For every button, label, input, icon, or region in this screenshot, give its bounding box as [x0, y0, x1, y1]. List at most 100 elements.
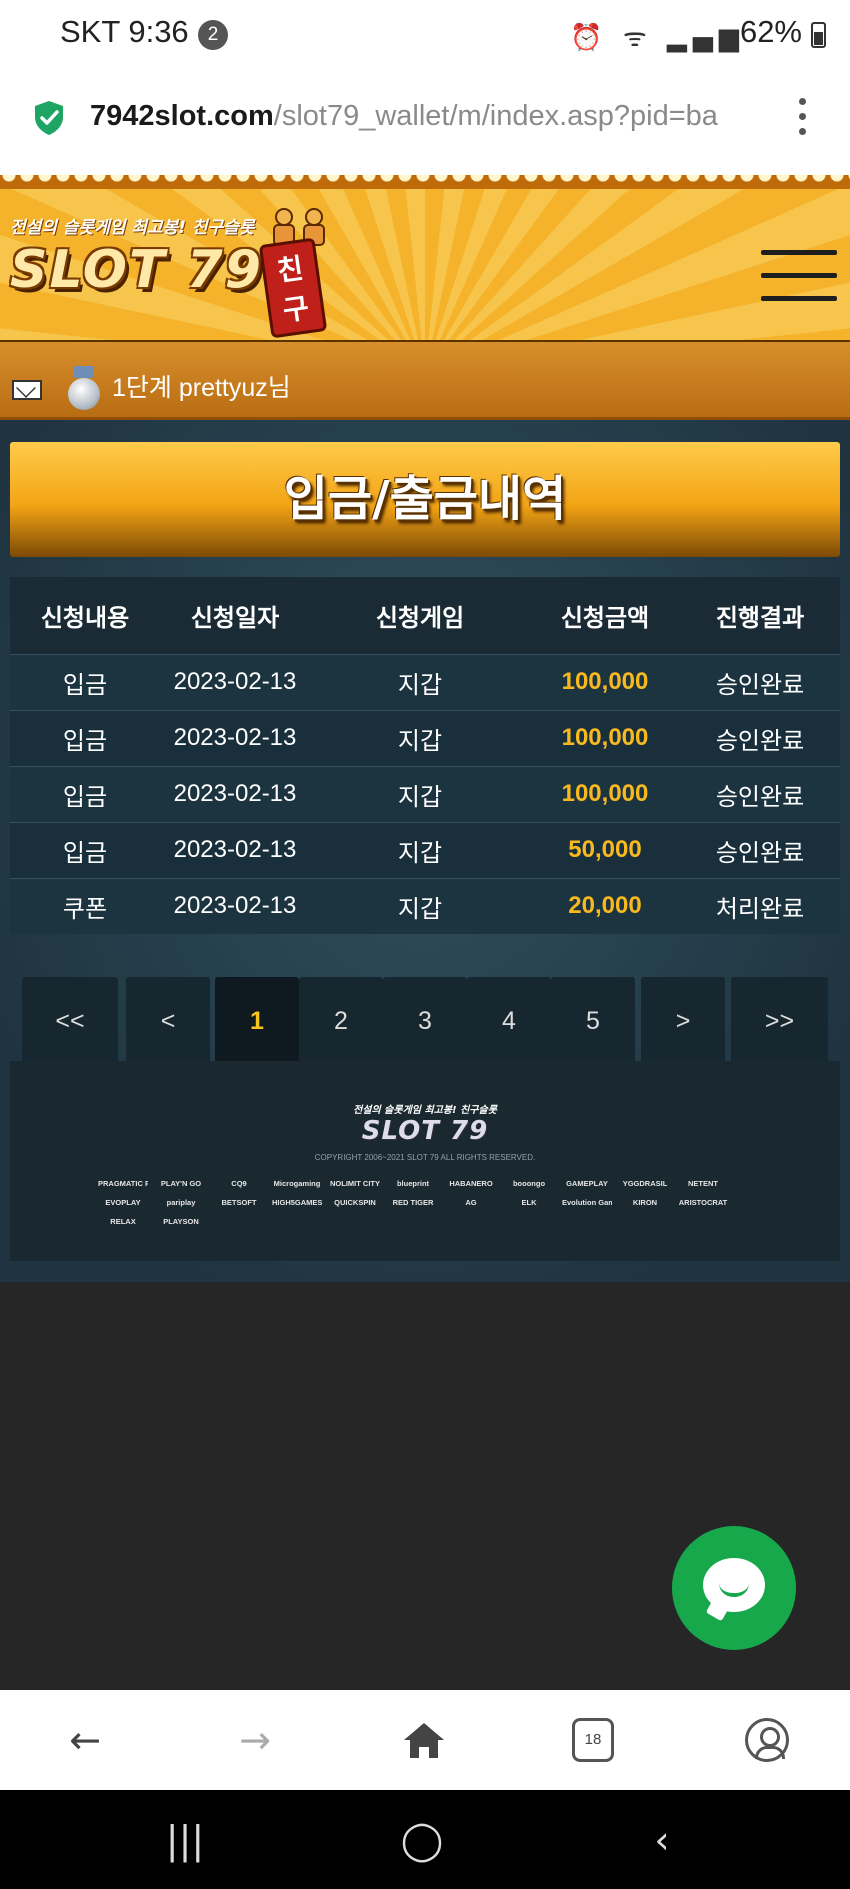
page-5-button[interactable]: 5	[551, 977, 635, 1065]
cell-result: 처리완료	[680, 877, 840, 934]
provider-logo: KIRON	[632, 1198, 658, 1207]
carrier-time: SKT 9:36	[60, 14, 189, 49]
page-3-button[interactable]: 3	[383, 977, 467, 1065]
header-lights-border	[0, 175, 850, 189]
cell-game: 지갑	[310, 877, 530, 934]
provider-logo: Microgaming	[273, 1179, 321, 1188]
browser-toolbar: ← → 18	[0, 1690, 850, 1790]
col-header-type: 신청내용	[10, 577, 160, 654]
provider-logo: GAMEPLAY	[566, 1179, 608, 1188]
provider-logo: HABANERO	[449, 1179, 493, 1188]
provider-logo: CQ9	[231, 1179, 247, 1188]
browser-menu-icon[interactable]	[796, 98, 808, 138]
page-prev-button[interactable]: <	[126, 977, 210, 1065]
cell-amount: 20,000	[530, 877, 680, 934]
url-text[interactable]: 7942slot.com/slot79_wallet/m/index.asp?p…	[90, 100, 760, 133]
provider-logo: RED TIGER	[392, 1198, 434, 1207]
col-header-game: 신청게임	[310, 577, 530, 654]
cell-date: 2023-02-13	[160, 653, 310, 710]
hamburger-menu-icon[interactable]	[761, 250, 837, 302]
site-footer: 전설의 슬롯게임 최고봉! 친구슬롯 SLOT 79 COPYRIGHT 200…	[10, 1061, 840, 1261]
back-arrow-icon[interactable]: ←	[62, 1718, 108, 1764]
pagination: << < 1 2 3 4 5 > >>	[22, 977, 828, 1065]
page-first-button[interactable]: <<	[22, 977, 118, 1065]
cell-amount: 100,000	[530, 765, 680, 822]
forward-arrow-icon[interactable]: →	[232, 1718, 278, 1764]
url-path: /slot79_wallet/m/index.asp?pid=ba	[273, 100, 718, 132]
footer-logo: 전설의 슬롯게임 최고봉! 친구슬롯 SLOT 79	[10, 1101, 840, 1146]
recent-apps-icon[interactable]: |||	[155, 1818, 215, 1862]
cell-game: 지갑	[310, 765, 530, 822]
table-row: 입금 2023-02-13 지갑 50,000 승인완료	[10, 821, 840, 878]
cell-game: 지갑	[310, 709, 530, 766]
col-header-date: 신청일자	[160, 577, 310, 654]
cell-date: 2023-02-13	[160, 877, 310, 934]
logo-text: SLOT 79	[10, 240, 263, 300]
user-level-name: 1단계 prettyuz님	[112, 374, 291, 402]
cell-type: 입금	[10, 653, 160, 710]
provider-logos: PRAGMATIC PLAY PLAY'N GO CQ9 Microgaming…	[98, 1179, 778, 1226]
status-bar: SKT 9:36 2 ⏰ ᯤ ▂▄▆ 62%	[0, 0, 850, 70]
page-last-button[interactable]: >>	[731, 977, 828, 1065]
col-header-result: 진행결과	[680, 577, 840, 654]
cell-type: 쿠폰	[10, 877, 160, 934]
cell-date: 2023-02-13	[160, 765, 310, 822]
main-content: 입금/출금내역 신청내용 신청일자 신청게임 신청금액 진행결과 입금 2023…	[0, 420, 850, 1282]
cell-game: 지갑	[310, 653, 530, 710]
profile-icon[interactable]	[745, 1718, 789, 1762]
provider-logo: PLAY'N GO	[160, 1179, 202, 1188]
cell-amount: 100,000	[530, 653, 680, 710]
page-title: 입금/출금내역	[10, 442, 840, 557]
cell-result: 승인완료	[680, 653, 840, 710]
provider-logo: ARISTOCRAT	[678, 1198, 728, 1207]
logo-tagline: 전설의 슬롯게임 최고봉! 친구슬롯	[10, 218, 255, 238]
cell-type: 입금	[10, 821, 160, 878]
provider-logo: PRAGMATIC PLAY	[98, 1179, 148, 1188]
provider-logo: ELK	[521, 1198, 537, 1207]
provider-logo: NETENT	[688, 1179, 718, 1188]
tabs-icon[interactable]: 18	[572, 1718, 614, 1762]
page-2-button[interactable]: 2	[299, 977, 383, 1065]
cell-type: 입금	[10, 765, 160, 822]
provider-logo: YGGDRASIL	[622, 1179, 668, 1188]
transaction-table: 신청내용 신청일자 신청게임 신청금액 진행결과 입금 2023-02-13 지…	[10, 577, 840, 934]
provider-logo: EVOPLAY	[105, 1198, 141, 1207]
page-next-button[interactable]: >	[641, 977, 725, 1065]
cell-date: 2023-02-13	[160, 821, 310, 878]
battery-level: 62%	[739, 14, 802, 49]
android-nav-bar: ||| ◯ ‹	[0, 1790, 850, 1889]
cell-result: 승인완료	[680, 765, 840, 822]
battery-icon	[811, 22, 826, 48]
table-row: 입금 2023-02-13 지갑 100,000 승인완료	[10, 765, 840, 822]
page-4-button[interactable]: 4	[467, 977, 551, 1065]
footer-logo-text: SLOT 79	[361, 1116, 489, 1146]
provider-logo: booongo	[512, 1179, 546, 1188]
cell-date: 2023-02-13	[160, 709, 310, 766]
level-medal-icon	[68, 366, 100, 410]
table-row: 입금 2023-02-13 지갑 100,000 승인완료	[10, 709, 840, 766]
table-row: 쿠폰 2023-02-13 지갑 20,000 처리완료	[10, 877, 840, 934]
mail-icon[interactable]	[12, 380, 42, 400]
provider-logo: AG	[465, 1198, 477, 1207]
chat-widget-button[interactable]	[672, 1526, 796, 1650]
site-header: 전설의 슬롯게임 최고봉! 친구슬롯 SLOT 79 친구	[0, 175, 850, 340]
provider-logo: HIGH5GAMES	[272, 1198, 322, 1207]
home-icon[interactable]	[402, 1720, 446, 1760]
provider-logo: BETSOFT	[221, 1198, 257, 1207]
nav-back-icon[interactable]: ‹	[632, 1818, 692, 1862]
footer-tagline: 전설의 슬롯게임 최고봉! 친구슬롯	[353, 1105, 497, 1116]
home-circle-icon[interactable]: ◯	[392, 1818, 452, 1862]
status-icons: ⏰ ᯤ ▂▄▆	[570, 23, 745, 53]
table-header-row: 신청내용 신청일자 신청게임 신청금액 진행결과	[10, 577, 840, 654]
provider-logo: QUICKSPIN	[334, 1198, 376, 1207]
page-1-button[interactable]: 1	[215, 977, 299, 1065]
provider-logo: PLAYSON	[163, 1217, 199, 1226]
notification-count-badge: 2	[198, 20, 228, 50]
provider-logo: NOLIMIT CITY	[330, 1179, 380, 1188]
url-host: 7942slot.com	[90, 100, 274, 132]
table-row: 입금 2023-02-13 지갑 100,000 승인완료	[10, 653, 840, 710]
provider-logo: Evolution Gaming	[562, 1198, 612, 1207]
browser-url-bar[interactable]: 7942slot.com/slot79_wallet/m/index.asp?p…	[0, 70, 850, 175]
cell-result: 승인완료	[680, 821, 840, 878]
site-logo[interactable]: 전설의 슬롯게임 최고봉! 친구슬롯 SLOT 79 친구	[10, 208, 328, 339]
